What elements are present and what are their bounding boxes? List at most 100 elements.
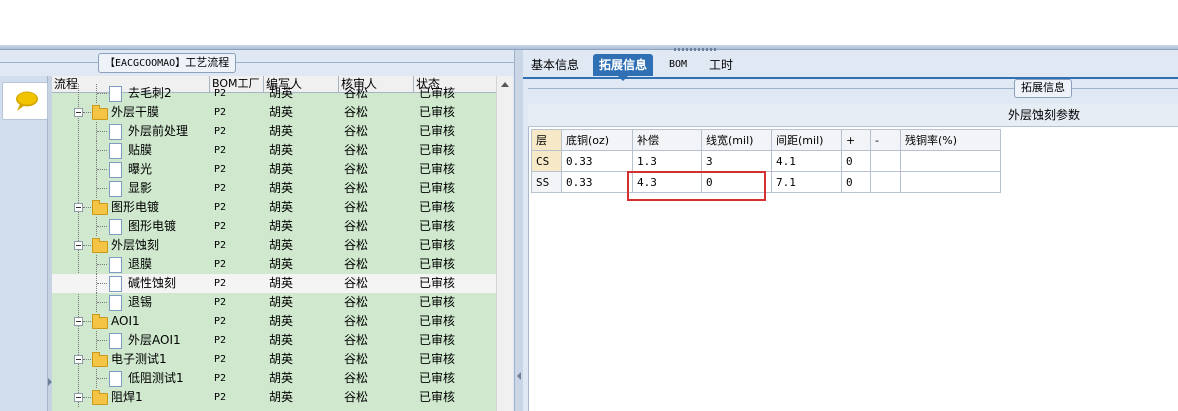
tree-row[interactable]: 外层前处理 P2 胡英 谷松 已审核 — [52, 122, 496, 141]
grid-row-cs[interactable]: CS 0.33 1.3 3 4.1 0 — [531, 150, 1001, 172]
status-cell: 已审核 — [419, 314, 456, 328]
grid-col-plus[interactable]: + — [841, 129, 871, 151]
tree-scrollbar[interactable] — [496, 76, 513, 411]
panel-collapse-grip[interactable] — [664, 46, 728, 54]
grid-cell[interactable]: 0.33 — [561, 150, 633, 172]
bom-cell: P2 — [214, 107, 227, 118]
grid-cell[interactable]: SS — [531, 171, 562, 193]
chat-button[interactable] — [2, 82, 48, 120]
tree-row[interactable]: 电子测试1 P2 胡英 谷松 已审核 — [52, 350, 496, 369]
tree-node-label: 外层AOI1 — [128, 333, 181, 347]
bom-cell: P2 — [214, 316, 227, 327]
collapse-toggle-icon[interactable] — [74, 355, 83, 364]
grid-cell[interactable]: 1.3 — [632, 150, 702, 172]
status-cell: 已审核 — [419, 162, 456, 176]
collapse-toggle-icon[interactable] — [74, 108, 83, 117]
tree-node-label: 图形电镀 — [111, 200, 160, 214]
tree-row[interactable]: 去毛刺2 P2 胡英 谷松 已审核 — [52, 84, 496, 103]
tree-node-label: 退膜 — [128, 257, 153, 271]
tree-node-label: 去毛刺2 — [128, 86, 172, 100]
tree-row[interactable]: AOI1 P2 胡英 谷松 已审核 — [52, 312, 496, 331]
grid-cell[interactable] — [900, 171, 1001, 193]
tree-connector — [97, 264, 107, 265]
bom-cell: P2 — [214, 335, 227, 346]
tree-connector — [83, 397, 91, 398]
grid-cell[interactable] — [870, 171, 901, 193]
collapse-toggle-icon[interactable] — [74, 317, 83, 326]
status-cell: 已审核 — [419, 143, 456, 157]
section-title-line — [528, 88, 1178, 89]
document-icon — [109, 181, 122, 197]
writer-cell: 胡英 — [269, 200, 294, 214]
grid-col-line-width[interactable]: 线宽(mil) — [701, 129, 772, 151]
reviewer-cell: 谷松 — [344, 257, 369, 271]
tree-node-label: 显影 — [128, 181, 153, 195]
tree-row[interactable]: 阻焊1 P2 胡英 谷松 已审核 — [52, 388, 496, 407]
tree-row[interactable]: 贴膜 P2 胡英 谷松 已审核 — [52, 141, 496, 160]
collapse-toggle-icon[interactable] — [74, 393, 83, 402]
grid-col-compensation[interactable]: 补偿 — [632, 129, 702, 151]
writer-cell: 胡英 — [269, 143, 294, 157]
collapse-toggle-icon[interactable] — [74, 241, 83, 250]
grid-cell[interactable]: 0 — [841, 150, 871, 172]
bom-cell: P2 — [214, 259, 227, 270]
tree-row[interactable]: 退锡 P2 胡英 谷松 已审核 — [52, 293, 496, 312]
left-side-strip — [0, 76, 48, 411]
extended-info-section-title: 拓展信息 — [1014, 79, 1072, 98]
tree-connector — [83, 321, 91, 322]
tree-row[interactable]: 退膜 P2 胡英 谷松 已审核 — [52, 255, 496, 274]
tab-work-hours[interactable]: 工时 — [703, 54, 739, 76]
grid-row-ss[interactable]: SS 0.33 4.3 0 7.1 0 — [531, 171, 1001, 193]
tree-row[interactable]: 外层干膜 P2 胡英 谷松 已审核 — [52, 103, 496, 122]
tree-connector — [83, 207, 91, 208]
grid-cell[interactable]: 3 — [701, 150, 772, 172]
tree-row[interactable]: 低阻测试1 P2 胡英 谷松 已审核 — [52, 369, 496, 388]
tab-extended-info[interactable]: 拓展信息 — [593, 54, 654, 81]
grid-cell[interactable]: 4.1 — [771, 150, 842, 172]
grid-col-layer[interactable]: 层 — [531, 129, 562, 151]
grid-cell[interactable] — [900, 150, 1001, 172]
grid-cell[interactable]: 0.33 — [561, 171, 633, 193]
tab-basic-info[interactable]: 基本信息 — [525, 54, 585, 76]
tree-row[interactable]: 显影 P2 胡英 谷松 已审核 — [52, 179, 496, 198]
status-cell: 已审核 — [419, 181, 456, 195]
tree-row[interactable]: 图形电镀 P2 胡英 谷松 已审核 — [52, 198, 496, 217]
bom-cell: P2 — [214, 202, 227, 213]
tree-row[interactable]: 曝光 P2 胡英 谷松 已审核 — [52, 160, 496, 179]
tree-row[interactable]: 碱性蚀刻 P2 胡英 谷松 已审核 — [52, 274, 496, 293]
reviewer-cell: 谷松 — [344, 276, 369, 290]
panel-title-line — [0, 62, 516, 63]
reviewer-cell: 谷松 — [344, 124, 369, 138]
tree-node-label: 低阻测试1 — [128, 371, 184, 385]
reviewer-cell: 谷松 — [344, 162, 369, 176]
reviewer-cell: 谷松 — [344, 314, 369, 328]
grid-cell[interactable]: 0 — [841, 171, 871, 193]
tree-row[interactable]: 图形电镀 P2 胡英 谷松 已审核 — [52, 217, 496, 236]
writer-cell: 胡英 — [269, 238, 294, 252]
tree-connector — [97, 283, 107, 284]
speech-bubble-icon — [16, 91, 38, 111]
tree-connector — [97, 93, 107, 94]
folder-icon — [92, 314, 108, 329]
grid-cell[interactable] — [870, 150, 901, 172]
grid-cell[interactable]: 7.1 — [771, 171, 842, 193]
grid-cell[interactable]: CS — [531, 150, 562, 172]
tree-row[interactable]: 外层AOI1 P2 胡英 谷松 已审核 — [52, 331, 496, 350]
reviewer-cell: 谷松 — [344, 181, 369, 195]
scroll-up-arrow-icon[interactable] — [501, 82, 509, 87]
document-icon — [109, 257, 122, 273]
bom-cell: P2 — [214, 354, 227, 365]
tree-row[interactable]: 外层蚀刻 P2 胡英 谷松 已审核 — [52, 236, 496, 255]
tree-node-label: 外层前处理 — [128, 124, 189, 138]
etch-params-grid: 层 底铜(oz) 补偿 线宽(mil) 间距(mil) + - 残铜率(%) C… — [531, 129, 1001, 193]
folder-icon — [92, 105, 108, 120]
grid-col-minus[interactable]: - — [870, 129, 901, 151]
tab-bom[interactable]: BOM — [663, 54, 693, 76]
grid-col-residual-copper[interactable]: 残铜率(%) — [900, 129, 1001, 151]
grid-col-base-copper[interactable]: 底铜(oz) — [561, 129, 633, 151]
collapse-toggle-icon[interactable] — [74, 203, 83, 212]
document-icon — [109, 162, 122, 178]
grid-col-spacing[interactable]: 间距(mil) — [771, 129, 842, 151]
status-cell: 已审核 — [419, 295, 456, 309]
document-icon — [109, 276, 122, 292]
